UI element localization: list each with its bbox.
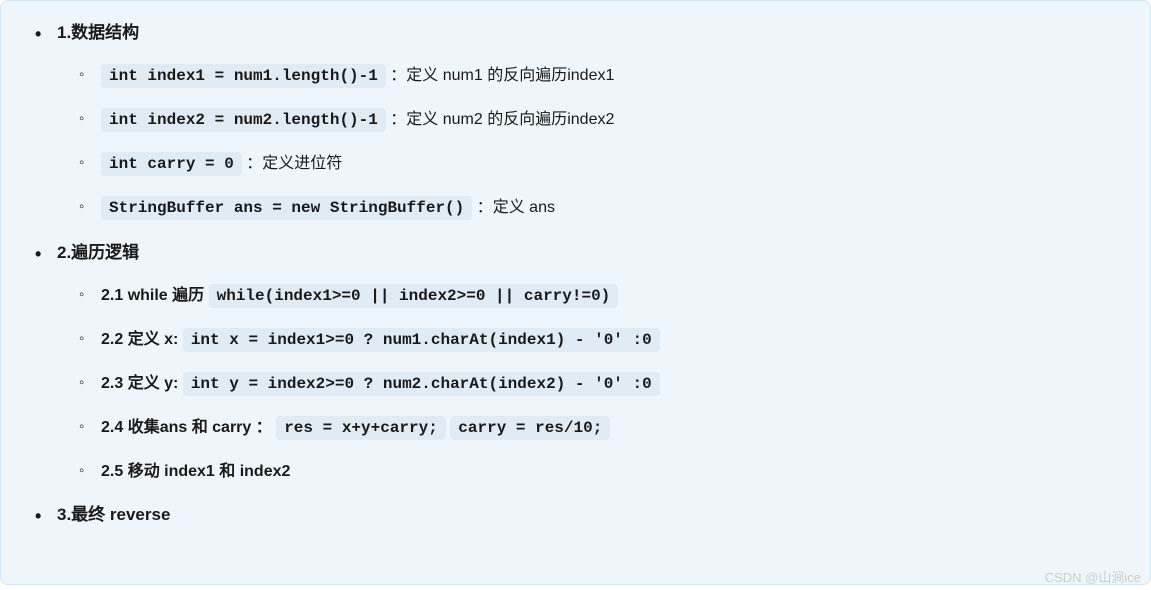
section-1: 1.数据结构 int index1 = num1.length()-1 ：定义 …	[57, 19, 1126, 223]
item-description: ：定义 num2 的反向遍历index2	[390, 111, 614, 128]
section-3: 3.最终 reverse	[57, 501, 1126, 530]
code-snippet: int carry = 0	[101, 152, 242, 176]
section-2-title: 2.遍历逻辑	[57, 243, 139, 262]
item-bold-label: 2.5 移动 index1 和 index2	[101, 463, 290, 480]
item-description: ：定义进位符	[246, 155, 342, 172]
item-description: ：定义 num1 的反向遍历index1	[390, 67, 614, 84]
list-item: 2.4 收集ans 和 carry ： res = x+y+carry; car…	[101, 414, 1126, 442]
section-2-items: 2.1 while 遍历 while(index1>=0 || index2>=…	[57, 282, 1126, 486]
list-item: int carry = 0 ：定义进位符	[101, 150, 1126, 178]
section-2: 2.遍历逻辑 2.1 while 遍历 while(index1>=0 || i…	[57, 239, 1126, 486]
code-snippet: int x = index1>=0 ? num1.charAt(index1) …	[183, 328, 660, 352]
item-bold-label: 2.1 while 遍历	[101, 287, 204, 304]
section-3-title: 3.最终 reverse	[57, 505, 170, 524]
watermark: CSDN @山涧ice	[1045, 567, 1141, 586]
list-item: StringBuffer ans = new StringBuffer() ：定…	[101, 194, 1126, 222]
item-description: ：定义 ans	[477, 199, 555, 216]
list-item: int index1 = num1.length()-1 ：定义 num1 的反…	[101, 62, 1126, 90]
code-snippet: carry = res/10;	[450, 416, 610, 440]
item-bold-label: 2.3 定义 y:	[101, 375, 178, 392]
section-1-items: int index1 = num1.length()-1 ：定义 num1 的反…	[57, 62, 1126, 223]
item-bold-label: 2.2 定义 x:	[101, 331, 178, 348]
code-snippet: int index1 = num1.length()-1	[101, 64, 386, 88]
code-snippet: int index2 = num2.length()-1	[101, 108, 386, 132]
list-item: 2.2 定义 x: int x = index1>=0 ? num1.charA…	[101, 326, 1126, 354]
list-item: 2.3 定义 y: int y = index2>=0 ? num2.charA…	[101, 370, 1126, 398]
code-snippet: while(index1>=0 || index2>=0 || carry!=0…	[209, 284, 619, 308]
list-item: 2.1 while 遍历 while(index1>=0 || index2>=…	[101, 282, 1126, 310]
item-bold-label: 2.4 收集ans 和 carry ：	[101, 419, 272, 436]
outer-list: 1.数据结构 int index1 = num1.length()-1 ：定义 …	[25, 19, 1126, 530]
code-snippet: res = x+y+carry;	[276, 416, 446, 440]
list-item: int index2 = num2.length()-1 ：定义 num2 的反…	[101, 106, 1126, 134]
code-snippet: int y = index2>=0 ? num2.charAt(index2) …	[183, 372, 660, 396]
document-container: 1.数据结构 int index1 = num1.length()-1 ：定义 …	[0, 0, 1151, 585]
section-1-title: 1.数据结构	[57, 23, 139, 42]
code-snippet: StringBuffer ans = new StringBuffer()	[101, 196, 472, 220]
list-item: 2.5 移动 index1 和 index2	[101, 458, 1126, 485]
